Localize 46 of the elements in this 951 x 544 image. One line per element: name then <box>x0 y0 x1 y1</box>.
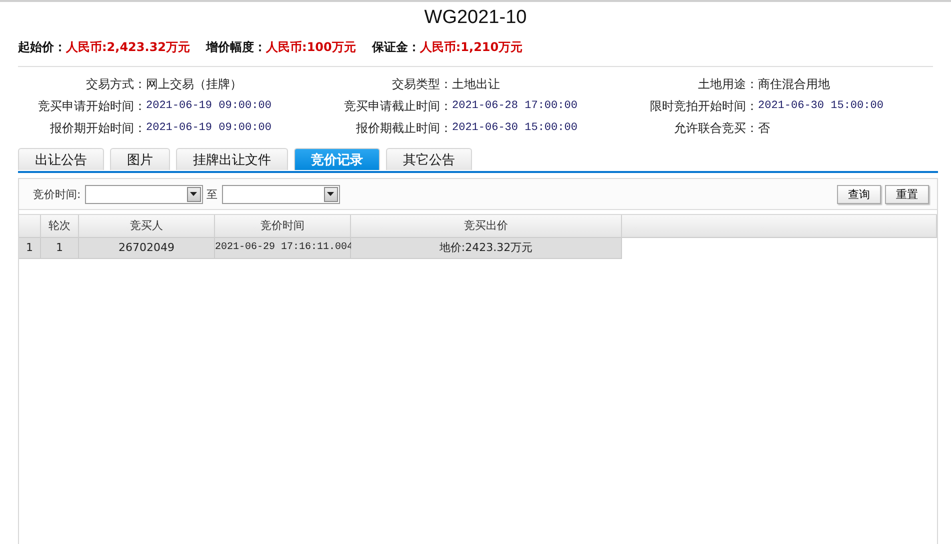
page-title: WG2021-10 <box>423 6 528 30</box>
info-label: 竞买申请截止时间： <box>343 98 452 114</box>
info-label: 竞买申请开始时间： <box>37 98 146 114</box>
fee-label: 增价幅度： <box>206 38 266 56</box>
table-cell: 26702049 <box>79 238 215 259</box>
info-label: 报价期截止时间： <box>355 120 452 136</box>
column-header: 轮次 <box>41 215 79 238</box>
tab[interactable]: 挂牌出让文件 <box>176 148 288 170</box>
column-header: 竞买人 <box>79 215 215 238</box>
info-label: 报价期开始时间： <box>49 120 146 136</box>
info-label: 土地用途： <box>697 76 758 92</box>
reset-button[interactable]: 重置 <box>885 184 929 204</box>
range-separator: 至 <box>206 186 218 202</box>
info-label: 交易类型： <box>391 76 452 92</box>
fee-label: 起始价： <box>18 38 66 56</box>
column-header: 竞买出价 <box>351 215 622 238</box>
fee-value: 人民币:2,423.32万元 <box>66 38 190 56</box>
table-cell: 2021-06-29 17:16:11.004 <box>215 238 351 259</box>
fee-value: 人民币:1,210万元 <box>420 38 523 56</box>
tab[interactable]: 其它公告 <box>386 148 472 170</box>
info-value: 否 <box>758 120 771 136</box>
info-value: 2021-06-19 09:00:00 <box>146 121 272 136</box>
info-label: 允许联合竞买： <box>673 120 758 136</box>
info-value: 土地出让 <box>452 76 501 92</box>
tab[interactable]: 出让公告 <box>18 148 104 170</box>
date-field[interactable] <box>84 184 203 204</box>
info-label: 交易方式： <box>85 76 146 92</box>
info-value: 2021-06-30 15:00:00 <box>758 99 884 114</box>
info-value: 2021-06-28 17:00:00 <box>452 99 578 114</box>
fee-label: 保证金： <box>372 38 420 56</box>
column-header: 竞价时间 <box>215 215 351 238</box>
info-value: 商住混合用地 <box>758 76 831 92</box>
info-value: 2021-06-19 09:00:00 <box>146 99 272 114</box>
table-cell: 1 <box>41 238 79 259</box>
filter-label: 竞价时间: <box>33 186 81 202</box>
info-value: 2021-06-30 15:00:00 <box>452 121 578 136</box>
table-cell: 地价:2423.32万元 <box>351 238 622 259</box>
tab[interactable]: 图片 <box>110 148 170 170</box>
row-number: 1 <box>19 238 41 259</box>
date-field[interactable] <box>222 184 340 204</box>
dropdown-icon <box>327 192 334 196</box>
info-value: 网上交易（挂牌） <box>146 76 243 92</box>
fee-value: 人民币:100万元 <box>266 38 356 56</box>
query-button[interactable]: 查询 <box>837 184 881 204</box>
dropdown-icon <box>190 192 198 196</box>
info-label: 限时竞拍开始时间： <box>649 98 758 114</box>
